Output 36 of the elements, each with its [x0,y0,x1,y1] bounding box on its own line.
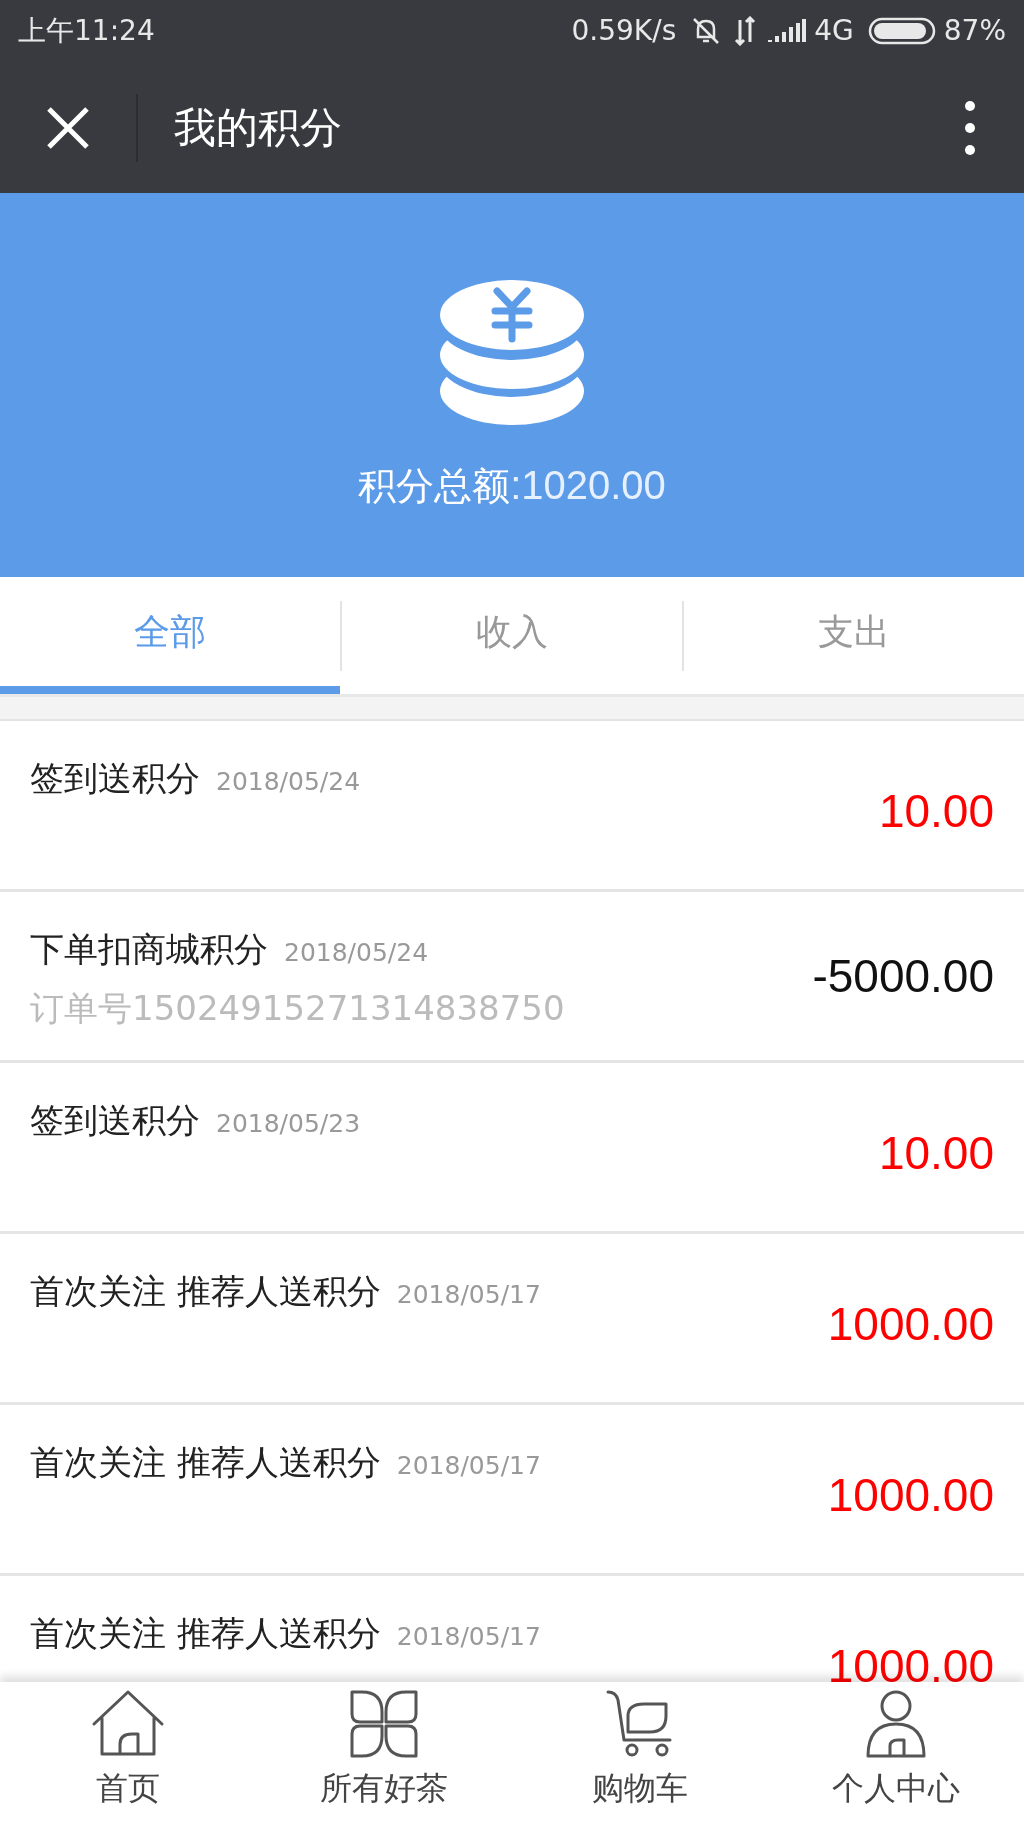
record-title: 首次关注 推荐人送积分 [30,1612,381,1655]
order-number: 订单号15024915271314838750 [30,987,566,1030]
network-type: 4G [814,13,854,49]
record-date: 2018/05/17 [396,1621,541,1653]
person-icon [864,1688,928,1760]
close-icon [45,104,91,151]
page-title: 我的积分 [174,102,343,154]
record-date: 2018/05/17 [396,1279,541,1311]
battery-icon [867,17,936,45]
signal-icon [768,18,807,44]
data-arrows-icon [734,16,757,46]
total-label: 积分总额 [358,463,511,510]
record-date: 2018/05/24 [216,766,361,798]
network-speed: 0.59K/s [571,13,677,49]
record-date: 2018/05/17 [396,1450,541,1482]
bottom-nav-item[interactable]: 所有好茶 [256,1682,512,1820]
record-title: 签到送积分 [30,757,200,800]
record-amount: 1000.00 [827,1296,994,1352]
bottom-nav-item[interactable]: 首页 [0,1682,256,1820]
record-title: 下单扣商城积分 [30,928,268,971]
battery-percent: 87% [943,13,1006,49]
record-date: 2018/05/24 [284,937,429,969]
record-amount: 10.00 [878,783,994,839]
clock-text: 上午11:24 [18,13,155,49]
record-amount: 10.00 [878,1125,994,1181]
record-title: 首次关注 推荐人送积分 [30,1270,381,1313]
more-icon [964,99,976,156]
coin-stack-icon [439,277,585,427]
record-date: 2018/05/23 [216,1108,361,1140]
record-title: 首次关注 推荐人送积分 [30,1441,381,1484]
record-amount: -5000.00 [812,948,994,1004]
total-value: :1020.00 [510,462,666,509]
record-title: 签到送积分 [30,1099,200,1142]
four-petal-icon [348,1688,420,1760]
bottom-nav-item[interactable]: 购物车 [512,1682,768,1820]
record-amount: 1000.00 [827,1467,994,1523]
